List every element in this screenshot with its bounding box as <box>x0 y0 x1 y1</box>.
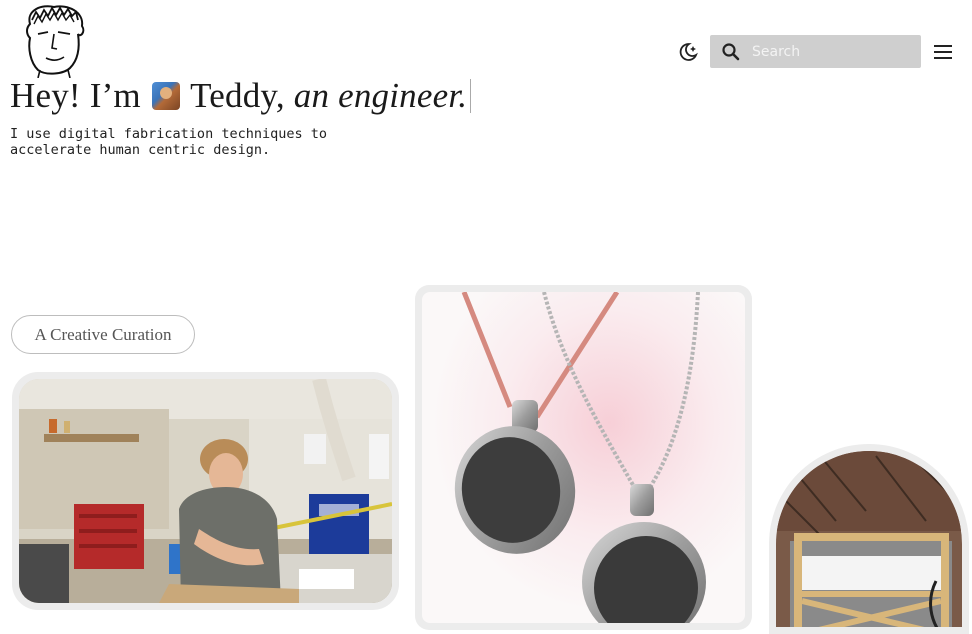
workshop-video-thumbnail[interactable] <box>19 379 392 603</box>
hero-role: an engineer. <box>293 76 468 115</box>
menu-button[interactable] <box>930 40 956 64</box>
search-icon <box>721 42 741 62</box>
project-card-outdoor-structure[interactable] <box>769 444 969 634</box>
project-card-workshop-video[interactable] <box>12 372 399 610</box>
avatar <box>151 82 180 110</box>
project-card-pendant[interactable] <box>415 285 752 630</box>
search-bar[interactable] <box>710 35 921 68</box>
pendant-product-image[interactable] <box>422 292 745 623</box>
typing-cursor <box>470 79 472 113</box>
outdoor-structure-image[interactable] <box>776 451 962 627</box>
intro-text: I use digital fabrication techniques to … <box>10 126 327 158</box>
face-sketch-logo[interactable] <box>20 4 88 78</box>
hamburger-menu-icon <box>934 45 952 59</box>
theme-toggle-button[interactable] <box>674 40 702 64</box>
hero-greeting: Hey! I’m <box>10 76 141 115</box>
search-input[interactable] <box>750 42 914 61</box>
creative-curation-pill[interactable]: A Creative Curation <box>11 315 195 354</box>
moon-stars-icon <box>678 42 698 62</box>
hero-headline: Hey! I’m Teddy, an engineer. <box>10 74 472 118</box>
hero-name: Teddy, <box>190 76 285 115</box>
